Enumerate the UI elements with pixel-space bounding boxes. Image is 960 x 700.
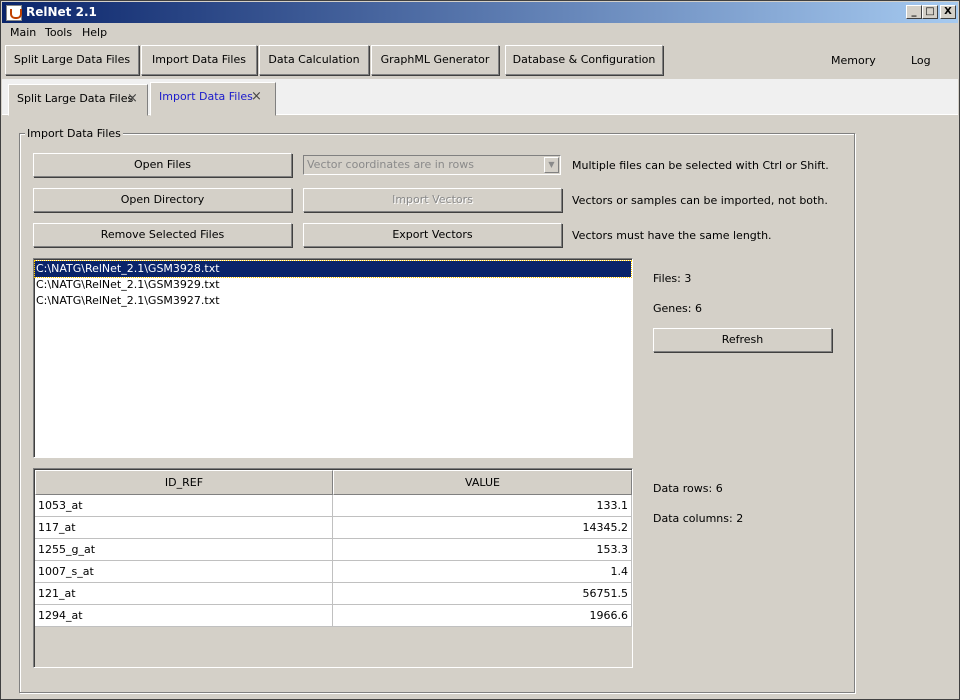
list-item[interactable]: C:\NATG\RelNet_2.1\GSM3929.txt — [35, 277, 631, 293]
open-files-button[interactable]: Open Files — [33, 153, 292, 177]
menu-tools[interactable]: Tools — [45, 26, 72, 39]
table-cell: 133.1 — [333, 495, 632, 517]
table-row[interactable]: 121_at 56751.5 — [35, 583, 632, 605]
toolbar-graphml-generator[interactable]: GraphML Generator — [371, 45, 499, 75]
file-list[interactable]: C:\NATG\RelNet_2.1\GSM3928.txt C:\NATG\R… — [33, 258, 633, 458]
table-header: ID_REF VALUE — [35, 470, 632, 495]
tab-strip: Split Large Data Files × Import Data Fil… — [2, 79, 958, 116]
data-rows-count: Data rows: 6 — [653, 482, 723, 495]
group-title: Import Data Files — [25, 127, 123, 140]
log-button[interactable]: Log — [911, 54, 931, 67]
java-cup-icon — [6, 5, 22, 21]
toolbar-split-large-data-files[interactable]: Split Large Data Files — [5, 45, 139, 75]
toolbar-database-configuration[interactable]: Database & Configuration — [505, 45, 663, 75]
genes-count: Genes: 6 — [653, 302, 702, 315]
title-bar: RelNet 2.1 _ □ X — [2, 2, 958, 23]
memory-button[interactable]: Memory — [831, 54, 876, 67]
vector-orientation-select[interactable]: Vector coordinates are in rows ▼ — [303, 155, 561, 175]
table-cell: 121_at — [35, 583, 333, 605]
close-tab-icon[interactable]: × — [251, 83, 262, 111]
column-header-id-ref[interactable]: ID_REF — [35, 470, 333, 495]
tab-label: Import Data Files — [159, 90, 253, 103]
menu-help[interactable]: Help — [82, 26, 107, 39]
open-directory-button[interactable]: Open Directory — [33, 188, 292, 212]
data-columns-count: Data columns: 2 — [653, 512, 744, 525]
table-cell: 1.4 — [333, 561, 632, 583]
list-item[interactable]: C:\NATG\RelNet_2.1\GSM3928.txt — [34, 260, 632, 278]
table-row[interactable]: 1294_at 1966.6 — [35, 605, 632, 627]
table-cell: 1007_s_at — [35, 561, 333, 583]
menu-main[interactable]: Main — [10, 26, 36, 39]
table-row[interactable]: 1053_at 133.1 — [35, 495, 632, 517]
list-item[interactable]: C:\NATG\RelNet_2.1\GSM3927.txt — [35, 293, 631, 309]
tab-import-data-files[interactable]: Import Data Files × — [150, 82, 276, 116]
data-table: ID_REF VALUE 1053_at 133.1 117_at 14345.… — [33, 468, 633, 668]
hint-same-length: Vectors must have the same length. — [572, 229, 772, 242]
tab-split-large-data-files[interactable]: Split Large Data Files × — [8, 84, 148, 116]
table-cell: 117_at — [35, 517, 333, 539]
table-cell: 1255_g_at — [35, 539, 333, 561]
chevron-down-icon[interactable]: ▼ — [544, 157, 559, 173]
table-row[interactable]: 117_at 14345.2 — [35, 517, 632, 539]
toolbar-import-data-files[interactable]: Import Data Files — [141, 45, 257, 75]
table-cell: 1966.6 — [333, 605, 632, 627]
table-row[interactable]: 1007_s_at 1.4 — [35, 561, 632, 583]
select-value: Vector coordinates are in rows — [307, 158, 474, 171]
close-tab-icon[interactable]: × — [127, 85, 138, 113]
table-cell: 14345.2 — [333, 517, 632, 539]
remove-selected-files-button[interactable]: Remove Selected Files — [33, 223, 292, 247]
import-vectors-button[interactable]: Import Vectors — [303, 188, 562, 212]
toolbar-data-calculation[interactable]: Data Calculation — [259, 45, 369, 75]
hint-multiple-files: Multiple files can be selected with Ctrl… — [572, 159, 829, 172]
files-count: Files: 3 — [653, 272, 692, 285]
maximize-button[interactable]: □ — [922, 5, 938, 19]
table-cell: 1294_at — [35, 605, 333, 627]
table-row[interactable]: 1255_g_at 153.3 — [35, 539, 632, 561]
hint-vectors-or-samples: Vectors or samples can be imported, not … — [572, 194, 828, 207]
column-header-value[interactable]: VALUE — [333, 470, 632, 495]
refresh-button[interactable]: Refresh — [653, 328, 832, 352]
window-title: RelNet 2.1 — [26, 5, 97, 19]
close-button[interactable]: X — [940, 5, 956, 19]
table-cell: 1053_at — [35, 495, 333, 517]
menu-bar: Main Tools Help — [2, 23, 958, 43]
export-vectors-button[interactable]: Export Vectors — [303, 223, 562, 247]
app-window: RelNet 2.1 _ □ X Main Tools Help Split L… — [0, 0, 960, 700]
minimize-button[interactable]: _ — [906, 5, 922, 19]
table-cell: 56751.5 — [333, 583, 632, 605]
table-cell: 153.3 — [333, 539, 632, 561]
tab-label: Split Large Data Files — [17, 92, 134, 105]
